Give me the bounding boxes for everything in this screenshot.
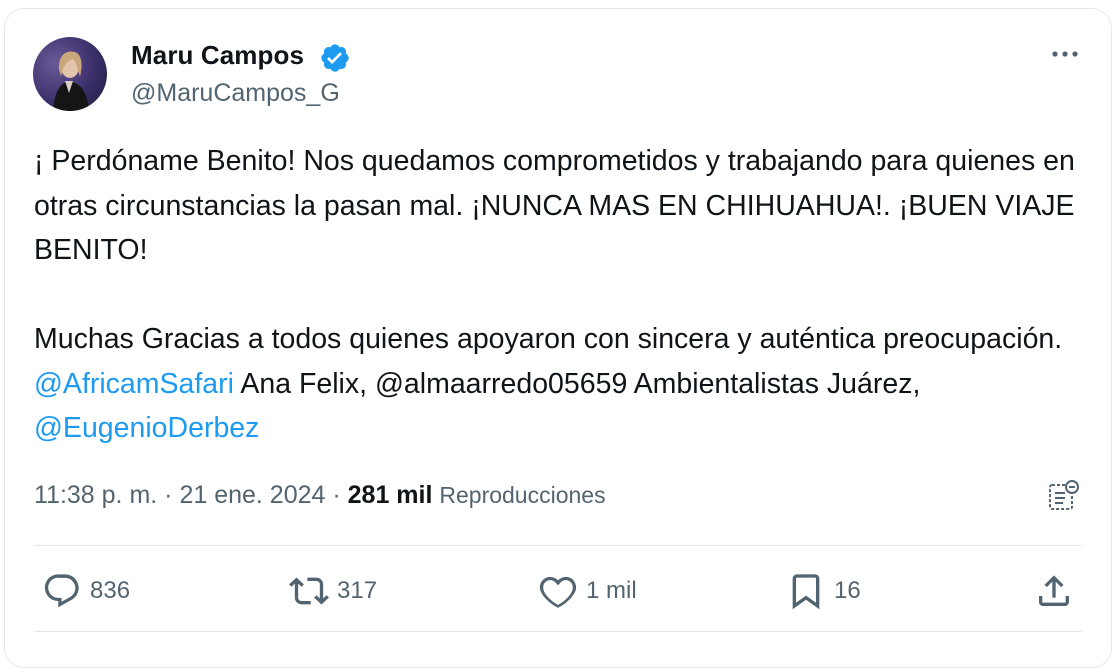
like-button[interactable]: 1 mil (538, 569, 637, 613)
bookmark-icon (792, 574, 820, 610)
retweet-button[interactable]: 317 (289, 569, 377, 613)
author-name[interactable]: Maru Campos (131, 40, 304, 71)
tweet-text: ¡ Perdóname Benito! Nos quedamos comprom… (34, 139, 1084, 451)
tweet-text-segment: Ana Felix, @almaarredo05659 Ambientalist… (233, 367, 921, 400)
retweet-count: 317 (337, 577, 378, 604)
like-icon (539, 576, 577, 608)
verified-badge-icon (321, 44, 349, 72)
more-icon[interactable] (1046, 42, 1084, 66)
retweet-icon (289, 577, 329, 605)
like-count: 1 mil (586, 577, 637, 604)
analytics-icon[interactable] (1045, 478, 1081, 514)
tweet-time[interactable]: 11:38 p. m. (34, 481, 157, 509)
tweet-paragraph-1: ¡ Perdóname Benito! Nos quedamos comprom… (34, 145, 1075, 266)
reply-button[interactable]: 836 (42, 569, 130, 613)
meta-separator: · (325, 481, 348, 509)
share-button[interactable] (1034, 569, 1074, 613)
views-count: 281 mil (347, 481, 433, 509)
tweet-text-segment: Muchas Gracias a todos quienes apoyaron … (34, 323, 1063, 355)
bookmark-count: 16 (834, 577, 861, 604)
avatar-photo (53, 51, 89, 111)
mention-link[interactable]: @EugenioDerbez (34, 412, 259, 444)
bookmark-button[interactable]: 16 (786, 569, 861, 613)
share-icon (1039, 575, 1069, 606)
tweet-date[interactable]: 21 ene. 2024 (179, 481, 325, 509)
views-label: Reproducciones (439, 482, 606, 508)
tweet-meta: 11:38 p. m. · 21 ene. 2024 · 281 mil Rep… (34, 481, 606, 510)
reply-count: 836 (90, 577, 131, 604)
meta-separator: · (157, 481, 180, 509)
tweet-paragraph-2: Muchas Gracias a todos quienes apoyaron … (34, 317, 1084, 451)
reply-icon (44, 574, 79, 608)
mention-link[interactable]: @AfricamSafari (34, 368, 234, 400)
divider (34, 631, 1082, 632)
author-handle[interactable]: @MaruCampos_G (131, 79, 340, 108)
avatar[interactable] (33, 37, 107, 111)
divider (34, 545, 1082, 546)
